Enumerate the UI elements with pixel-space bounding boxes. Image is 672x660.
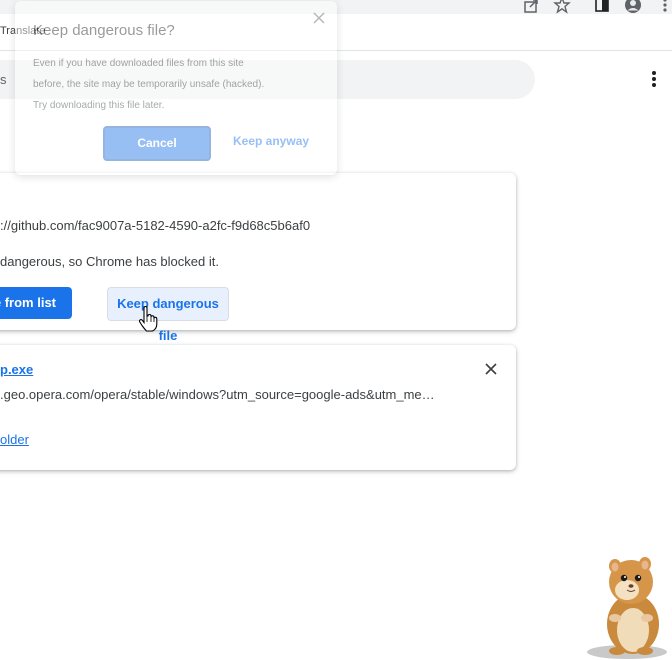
remove-from-list-button[interactable]: e from list bbox=[0, 287, 72, 319]
show-in-folder-link[interactable]: older bbox=[0, 432, 29, 447]
dialog-body-line: Even if you have downloaded files from t… bbox=[33, 58, 244, 69]
dialog-body-line: before, the site may be temporarily unsa… bbox=[33, 79, 265, 90]
close-icon[interactable] bbox=[484, 362, 498, 376]
menu-icon[interactable] bbox=[656, 0, 672, 14]
keep-dangerous-file-button[interactable]: Keep dangerous file bbox=[107, 287, 229, 343]
side-panel-icon[interactable] bbox=[593, 0, 611, 14]
download-card-blocked: ://github.com/fac9007a-5182-4590-a2fc-f9… bbox=[0, 173, 516, 343]
star-icon[interactable] bbox=[553, 0, 571, 14]
download-filename-link[interactable]: p.exe bbox=[0, 362, 33, 377]
close-icon[interactable] bbox=[313, 12, 325, 24]
hand-cursor-icon bbox=[138, 306, 158, 332]
keep-dangerous-file-dialog: Keep dangerous file? Even if you have do… bbox=[15, 1, 337, 175]
download-url[interactable]: .geo.opera.com/opera/stable/windows?utm_… bbox=[0, 387, 435, 402]
dialog-title: Keep dangerous file? bbox=[33, 22, 175, 39]
search-placeholder: s bbox=[0, 72, 7, 87]
dialog-body-line: Try downloading this file later. bbox=[33, 100, 165, 111]
hamster-mascot-icon bbox=[587, 557, 667, 659]
download-url[interactable]: ://github.com/fac9007a-5182-4590-a2fc-f9… bbox=[0, 218, 310, 233]
remove-from-list-label: e from list bbox=[0, 295, 56, 310]
danger-warning-text: dangerous, so Chrome has blocked it. bbox=[0, 254, 219, 269]
more-actions-icon[interactable] bbox=[650, 70, 658, 90]
cancel-button[interactable]: Cancel bbox=[103, 126, 211, 161]
download-card-opera: p.exe .geo.opera.com/opera/stable/window… bbox=[0, 345, 516, 470]
keep-anyway-button[interactable]: Keep anyway bbox=[233, 126, 309, 157]
share-icon[interactable] bbox=[522, 0, 540, 14]
profile-icon[interactable] bbox=[624, 0, 642, 14]
dialog-body: Even if you have downloaded files from t… bbox=[33, 53, 323, 116]
